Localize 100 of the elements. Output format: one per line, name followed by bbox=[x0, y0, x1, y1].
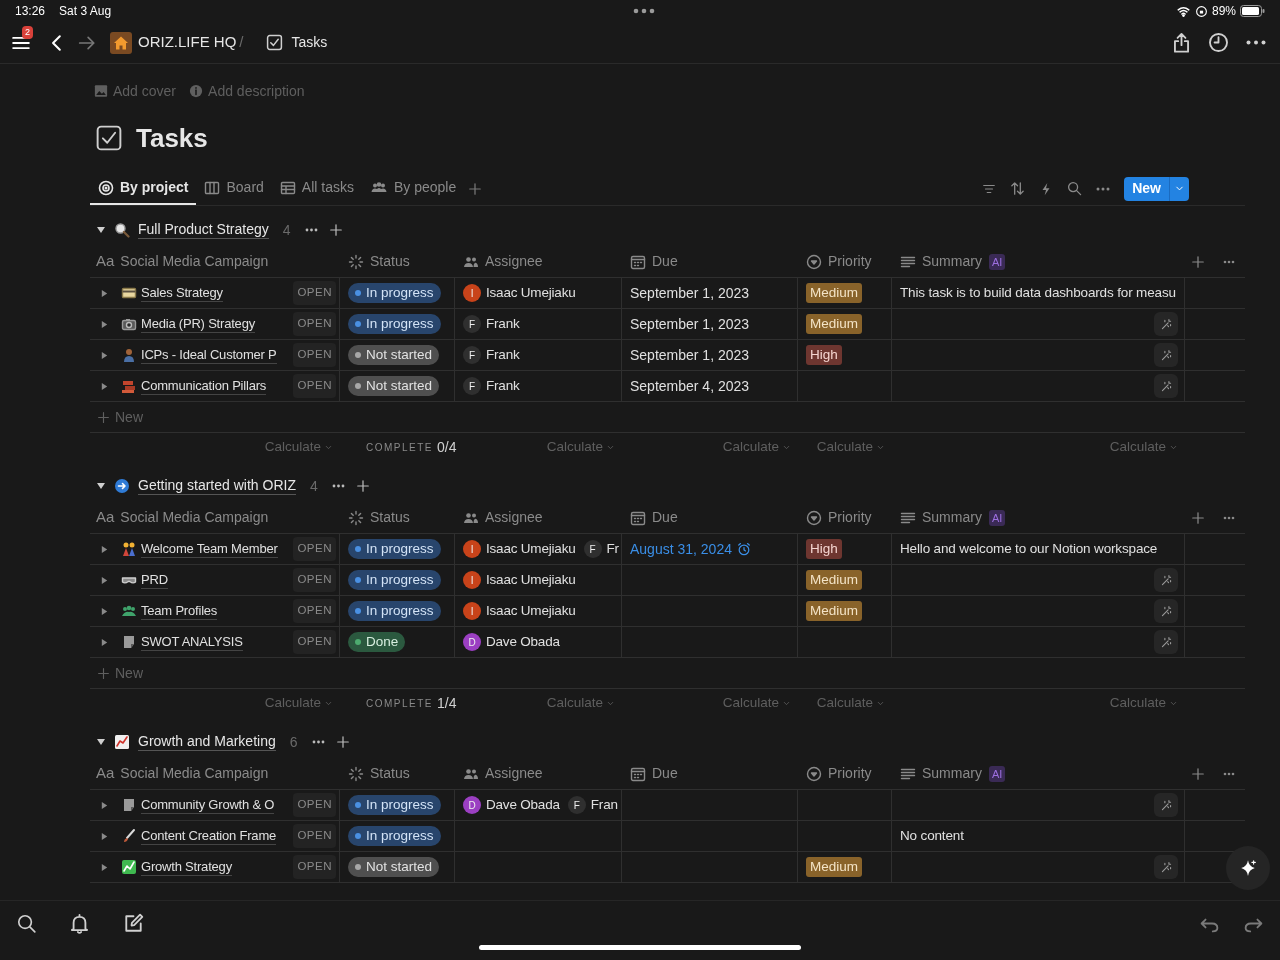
more-icon[interactable] bbox=[331, 484, 345, 488]
column-header[interactable]: Status bbox=[370, 763, 410, 784]
calculate-button[interactable]: Calculate bbox=[816, 437, 885, 458]
plus-icon[interactable] bbox=[1191, 510, 1205, 525]
status-pill[interactable]: In progress bbox=[348, 283, 441, 303]
status-pill[interactable]: Done bbox=[348, 632, 406, 652]
calculate-button[interactable]: Calculate bbox=[1109, 437, 1178, 458]
view-tab[interactable]: By project bbox=[90, 172, 197, 205]
search-icon[interactable] bbox=[1067, 181, 1083, 196]
calculate-button[interactable]: Calculate bbox=[816, 693, 885, 714]
status-pill[interactable]: In progress bbox=[348, 795, 441, 815]
column-header[interactable]: Social Media Campaign bbox=[120, 507, 269, 528]
expand-row-icon[interactable] bbox=[100, 575, 109, 585]
history-icon[interactable] bbox=[1208, 32, 1229, 53]
column-header[interactable]: Status bbox=[370, 507, 410, 528]
ai-autofill-button[interactable] bbox=[1154, 374, 1178, 398]
more-icon[interactable] bbox=[311, 740, 325, 744]
plus-icon[interactable] bbox=[1191, 766, 1205, 781]
expand-row-icon[interactable] bbox=[100, 350, 109, 360]
new-row-link[interactable]: New bbox=[115, 662, 143, 684]
assignee-name[interactable]: Frank bbox=[486, 344, 520, 366]
task-name[interactable]: Communication Pillars bbox=[141, 377, 267, 395]
status-pill[interactable]: In progress bbox=[348, 314, 441, 334]
assignee-name[interactable]: Isaac Umejiaku bbox=[486, 600, 576, 622]
priority-tag[interactable]: Medium bbox=[806, 314, 862, 334]
column-header[interactable]: Assignee bbox=[485, 507, 543, 528]
group-title[interactable]: Full Product Strategy bbox=[138, 221, 269, 239]
open-button[interactable]: OPEN bbox=[293, 568, 336, 592]
column-header[interactable]: Due bbox=[652, 251, 678, 272]
calculate-button[interactable]: Calculate bbox=[546, 693, 615, 714]
house-icon[interactable] bbox=[110, 31, 132, 54]
plus-icon[interactable] bbox=[97, 410, 110, 424]
column-header[interactable]: Social Media Campaign bbox=[120, 251, 269, 272]
share-icon[interactable] bbox=[1171, 32, 1192, 53]
ai-autofill-button[interactable] bbox=[1154, 599, 1178, 623]
column-header[interactable]: Assignee bbox=[485, 251, 543, 272]
assignee-name[interactable]: Isaac Umejiaku bbox=[486, 282, 576, 304]
add-cover-link[interactable]: Add cover bbox=[113, 80, 177, 102]
assignee-name[interactable]: Frank bbox=[486, 375, 520, 397]
assignee-name[interactable]: Dave Obada bbox=[486, 631, 560, 653]
priority-tag[interactable]: Medium bbox=[806, 601, 862, 621]
calculate-button[interactable]: Calculate bbox=[546, 437, 615, 458]
more-icon[interactable] bbox=[1223, 259, 1235, 264]
view-tab[interactable]: All tasks bbox=[271, 172, 362, 205]
status-pill[interactable]: Not started bbox=[348, 345, 440, 365]
view-tab[interactable]: Board bbox=[196, 172, 272, 205]
collapse-toggle-icon[interactable] bbox=[96, 737, 106, 747]
calculate-button[interactable]: Calculate bbox=[264, 693, 333, 714]
status-pill[interactable]: In progress bbox=[348, 826, 441, 846]
priority-tag[interactable]: Medium bbox=[806, 283, 862, 303]
assignee-name[interactable]: Fran bbox=[590, 794, 618, 816]
column-header[interactable]: Assignee bbox=[485, 763, 543, 784]
status-pill[interactable]: Not started bbox=[348, 376, 440, 396]
open-button[interactable]: OPEN bbox=[293, 630, 336, 654]
task-name[interactable]: Media (PR) Strategy bbox=[141, 315, 255, 333]
plus-icon[interactable] bbox=[1191, 254, 1205, 269]
expand-row-icon[interactable] bbox=[100, 862, 109, 872]
expand-row-icon[interactable] bbox=[100, 800, 109, 810]
ai-sparkle-button[interactable] bbox=[1226, 846, 1270, 890]
status-pill[interactable]: In progress bbox=[348, 539, 441, 559]
expand-row-icon[interactable] bbox=[100, 544, 109, 554]
calculate-button[interactable]: Calculate bbox=[264, 437, 333, 458]
assignee-name[interactable]: Frank bbox=[486, 313, 520, 335]
more-icon[interactable] bbox=[1096, 186, 1111, 191]
ai-autofill-button[interactable] bbox=[1154, 568, 1178, 592]
expand-row-icon[interactable] bbox=[100, 606, 109, 616]
collapse-toggle-icon[interactable] bbox=[96, 481, 106, 491]
column-header[interactable]: Status bbox=[370, 251, 410, 272]
ai-autofill-button[interactable] bbox=[1154, 343, 1178, 367]
column-header[interactable]: Due bbox=[652, 507, 678, 528]
task-name[interactable]: Sales Strategy bbox=[141, 284, 223, 302]
expand-row-icon[interactable] bbox=[100, 381, 109, 391]
priority-tag[interactable]: High bbox=[806, 539, 842, 559]
expand-row-icon[interactable] bbox=[100, 637, 109, 647]
priority-tag[interactable]: Medium bbox=[806, 857, 862, 877]
column-header[interactable]: Summary bbox=[922, 251, 982, 272]
status-pill[interactable]: Not started bbox=[348, 857, 440, 877]
ai-autofill-button[interactable] bbox=[1154, 630, 1178, 654]
workspace-breadcrumb[interactable]: ORIZ.LIFE HQ bbox=[138, 31, 237, 54]
more-dots-icon[interactable] bbox=[632, 8, 655, 14]
open-button[interactable]: OPEN bbox=[293, 599, 336, 623]
task-name[interactable]: ICPs - Ideal Customer P bbox=[141, 346, 277, 364]
plus-icon[interactable] bbox=[355, 479, 370, 493]
column-header[interactable]: Due bbox=[652, 763, 678, 784]
add-description-link[interactable]: Add description bbox=[208, 80, 305, 102]
search-icon[interactable] bbox=[17, 913, 36, 933]
assignee-name[interactable]: Isaac Umejiaku bbox=[486, 538, 576, 560]
task-name[interactable]: Welcome Team Member bbox=[141, 540, 278, 558]
more-icon[interactable] bbox=[1246, 40, 1266, 45]
status-pill[interactable]: In progress bbox=[348, 601, 441, 621]
collapse-toggle-icon[interactable] bbox=[96, 225, 106, 235]
plus-icon[interactable] bbox=[335, 735, 350, 749]
ai-autofill-button[interactable] bbox=[1154, 312, 1178, 336]
task-name[interactable]: Team Profiles bbox=[141, 602, 218, 620]
open-button[interactable]: OPEN bbox=[293, 343, 336, 367]
expand-row-icon[interactable] bbox=[100, 288, 109, 298]
expand-row-icon[interactable] bbox=[100, 831, 109, 841]
ai-autofill-button[interactable] bbox=[1154, 793, 1178, 817]
column-header[interactable]: Priority bbox=[828, 251, 872, 272]
column-header[interactable]: Priority bbox=[828, 507, 872, 528]
